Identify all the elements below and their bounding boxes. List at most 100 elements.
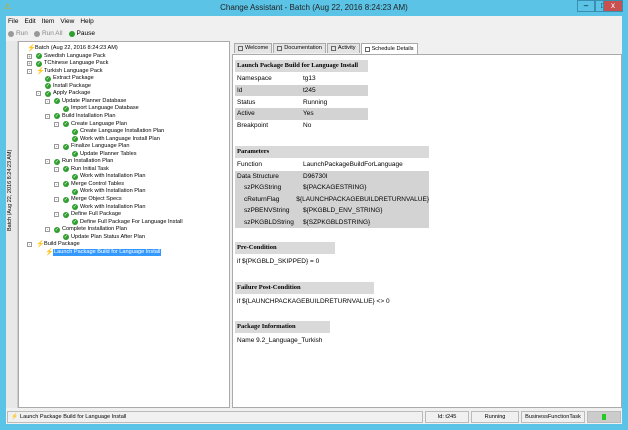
tree-node[interactable]: ✓ Import Language Database [63,105,139,112]
run-all-button[interactable]: Run All [33,28,63,39]
property-row: cReturnFlag ${LAUNCHPACKAGEBUILDRETURNVAL… [235,193,429,205]
menu-help[interactable]: Help [80,17,93,27]
tree-node[interactable]: ✓ Update Plan Status After Plan [63,234,145,241]
tree-node-label: TChinese Language Pack [44,60,109,67]
tree-node[interactable]: ✓ Complete Installation Plan [54,226,127,233]
property-row: Status Running [235,97,368,109]
property-value: t245 [303,86,316,94]
check-icon: ✓ [63,143,69,150]
tree-node-label: Swedish Language Pack [44,52,106,59]
app-warning-icon: ⚠ [4,2,12,11]
tree-node[interactable]: ✓ Run Installation Plan [54,158,113,165]
window-title: Change Assistant - Batch (Aug 22, 2016 8… [220,3,408,12]
details-title: Launch Package Build for Language Instal… [235,60,368,72]
collapse-icon[interactable]: - [45,227,50,233]
tree-node[interactable]: ✓ Build Installation Plan [54,113,116,120]
tree-node[interactable]: ✓ Run Initial Task [63,166,109,173]
check-icon: ✓ [36,60,42,67]
schedule-details: Launch Package Build for Language Instal… [232,54,622,408]
activity-indicator [587,411,621,423]
tree-node[interactable]: ✓ Merge Control Tables [63,181,124,188]
status-type-text: BusinessFunctionTask [525,414,581,420]
check-icon: ✓ [63,105,69,112]
collapse-icon[interactable]: - [54,144,59,150]
tree-node[interactable]: ✓ Merge Object Specs [63,196,122,203]
toolbar-label: Run All [41,30,63,37]
property-value: D96730I [303,172,328,180]
tree-node[interactable]: ✓ Finalize Language Plan [63,143,129,150]
batch-side-tab[interactable]: Batch (Aug 22, 2016 8:24:23 AM) [6,41,18,408]
tree-node-label: Define Full Package For Language Install [80,218,183,225]
failure-post-condition-header: Failure Post-Condition [235,282,374,294]
property-value: ${PKGBLD_ENV_STRING} [303,207,383,214]
collapse-icon[interactable]: - [27,68,32,74]
tree-node[interactable]: ✓ Work with Installation Plan [72,204,146,211]
collapse-icon[interactable]: - [54,166,59,172]
check-icon: ✓ [54,113,60,120]
tree-node[interactable]: ✓ Swedish Language Pack [36,53,106,60]
client-area: File Edit Item View Help Run Run All Pause Bat… [6,16,622,424]
check-icon: ✓ [45,83,51,90]
tree-node[interactable]: ✓ Define Full Package [63,211,121,218]
run-button[interactable]: Run [8,28,28,39]
tree-node[interactable]: ✓ Work with Installation Plan [72,188,146,195]
tab-welcome[interactable]: Welcome [234,43,273,53]
tab-label: Welcome [245,45,269,51]
tab-documentation[interactable]: Documentation [273,43,326,53]
tab-schedule-details[interactable]: Schedule Details [360,43,418,54]
check-icon: ✓ [63,211,69,218]
collapse-icon[interactable]: - [54,197,59,202]
tab-label: Schedule Details [371,45,414,52]
menu-edit[interactable]: Edit [24,17,35,27]
tab-icon [364,46,370,52]
tree-node[interactable]: ✓ Work with Language Install Plan [72,136,160,143]
bolt-icon: ⚡ [36,241,45,249]
expand-icon[interactable]: + [27,61,32,67]
tree-node[interactable]: ✓ Extract Package [45,75,94,82]
tree-node[interactable]: ✓ Update Planner Database [54,98,126,105]
side-tab-label: Batch (Aug 22, 2016 8:24:23 AM) [7,149,13,231]
collapse-icon[interactable]: - [54,181,59,187]
tree-node[interactable]: ✓ Create Language Installation Plan [72,128,164,135]
menu-file[interactable]: File [8,17,18,27]
tree-node[interactable]: ✓ Update Planner Tables [72,151,137,158]
status-type: BusinessFunctionTask [521,411,585,423]
collapse-icon[interactable]: - [45,159,50,165]
tree-node[interactable]: ⚡ Launch Package Build for Language Insta… [45,248,162,256]
collapse-icon[interactable]: - [36,91,41,97]
tree-node[interactable]: ✓ Create Language Plan [63,121,127,128]
property-value: ${PACKAGESTRING} [303,184,367,191]
property-row: Id t245 [235,84,368,97]
status-text: Launch Package Build for Language Instal… [19,414,127,420]
tree-node[interactable]: ✓ Apply Package [45,90,90,97]
property-row: Data Structure D96730I [235,170,429,182]
tree-node[interactable]: ⚡ Build Package [36,241,80,248]
close-button[interactable]: x [603,0,623,12]
tree-node-label: Batch (Aug 22, 2016 8:24:23 AM) [35,45,118,51]
tree-node[interactable]: ⚡ Turkish Language Pack [36,68,103,75]
parameters-header: Parameters [235,146,429,158]
property-key: szPBENVString [244,207,290,214]
expand-icon[interactable]: + [27,53,32,59]
property-key: cReturnFlag [244,195,280,203]
tree-node[interactable]: ✓ Install Package [45,83,91,90]
tree-node[interactable]: ⚡ Batch (Aug 22, 2016 8:24:23 AM) [27,45,118,52]
property-key: Active [237,110,255,118]
pause-button[interactable]: Pause [68,28,95,39]
property-key: szPKGString [244,184,282,191]
status-bar: ⚡ Launch Package Build for Language Insta… [6,410,622,424]
tree-node[interactable]: ✓ Define Full Package For Language Instal… [72,219,183,226]
minimize-button[interactable]: – [577,0,595,12]
collapse-icon[interactable]: - [54,212,59,218]
collapse-icon[interactable]: - [45,98,50,104]
menu-item[interactable]: Item [42,17,55,27]
tree-node[interactable]: ✓ Work with Installation Plan [72,173,146,180]
collapse-icon[interactable]: - [54,121,59,127]
tree-node[interactable]: ✓ TChinese Language Pack [36,60,108,67]
menu-view[interactable]: View [60,17,74,27]
title-bar: Change Assistant - Batch (Aug 22, 2016 8… [0,0,628,16]
tab-activity[interactable]: Activity [326,43,360,53]
collapse-icon[interactable]: - [27,242,32,248]
check-icon: ✓ [72,173,78,180]
collapse-icon[interactable]: - [45,113,50,119]
